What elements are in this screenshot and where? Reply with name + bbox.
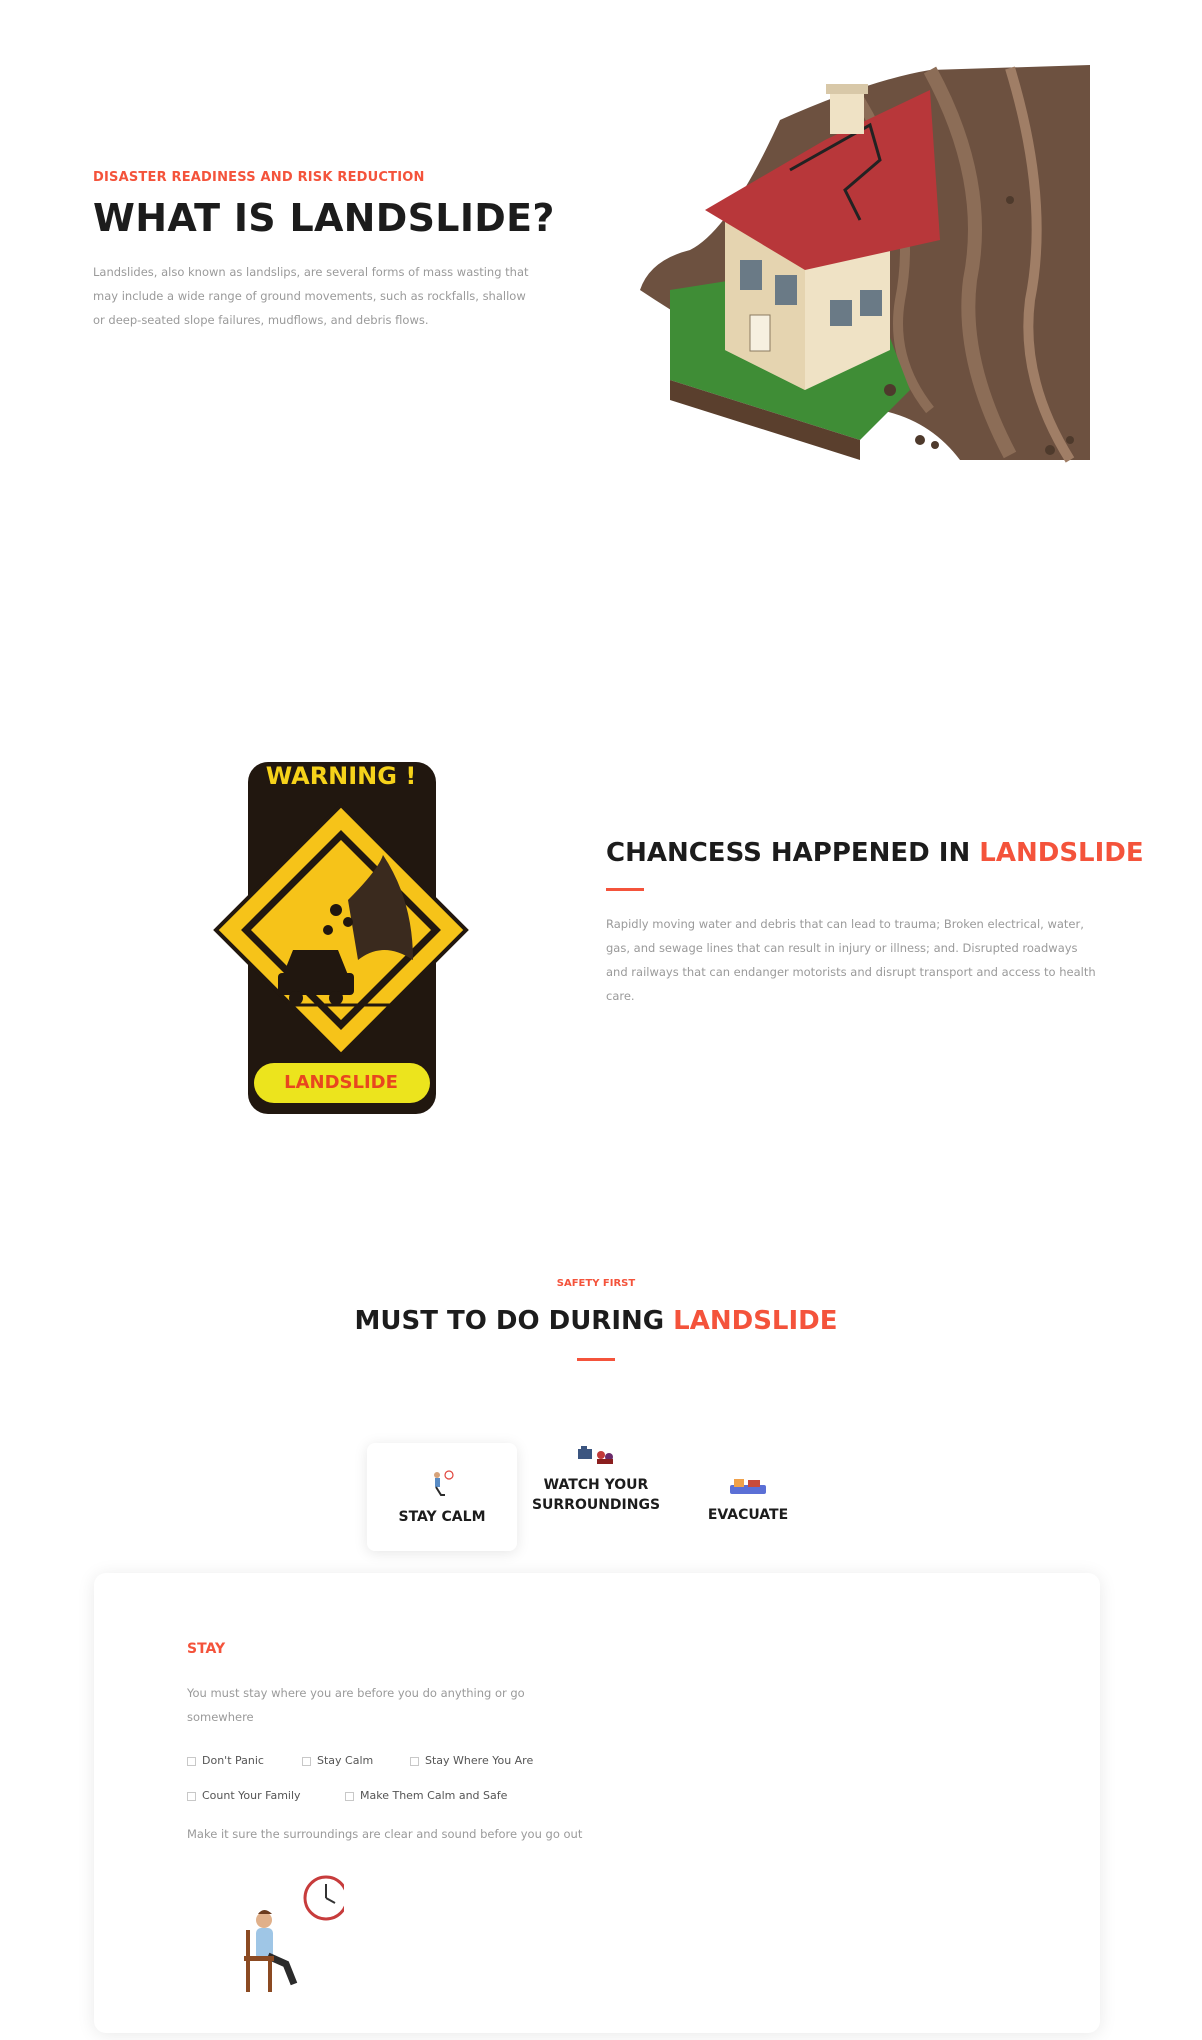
house-landslide-illustration xyxy=(640,65,1090,463)
chances-title: CHANCESS HAPPENED IN LANDSLIDE xyxy=(606,838,1144,868)
warning-sign-bottom-text: LANDSLIDE xyxy=(284,1072,398,1093)
tab-stay-calm-label: STAY CALM xyxy=(398,1509,486,1525)
hero-title: WHAT IS LANDSLIDE? xyxy=(93,196,555,240)
tab-watch-surroundings-line1: WATCH YOUR xyxy=(543,1477,649,1493)
must-do-title-plain: MUST TO DO DURING xyxy=(354,1306,674,1336)
hero-description: Landslides, also known as landslips, are… xyxy=(93,265,529,327)
tab-stay-calm[interactable]: STAY CALM xyxy=(367,1443,517,1551)
stay-calm-panel: STAY You must stay where you are before … xyxy=(94,1573,1100,2033)
checklist-label: Stay Where You Are xyxy=(425,1754,534,1767)
tab-evacuate[interactable]: EVACUATE xyxy=(675,1443,821,1551)
chances-title-accent: LANDSLIDE xyxy=(979,838,1144,868)
panel-intro: You must stay where you are before you d… xyxy=(187,1686,525,1724)
chances-rule xyxy=(606,888,644,891)
chances-description: Rapidly moving water and debris that can… xyxy=(606,917,1096,1003)
tab-watch-surroundings-line2: SURROUNDINGS xyxy=(531,1497,661,1513)
checklist-label: Don't Panic xyxy=(202,1754,264,1767)
checklist-item: Count Your Family xyxy=(187,1789,301,1802)
checklist-item: Stay Where You Are xyxy=(410,1754,533,1767)
tab-watch-surroundings[interactable]: WATCH YOUR SURROUNDINGS xyxy=(523,1443,669,1551)
must-do-title-accent: LANDSLIDE xyxy=(673,1306,838,1336)
must-do-rule xyxy=(577,1358,615,1361)
waiting-person-illustration xyxy=(244,1875,344,1992)
hero-eyebrow: DISASTER READINESS AND RISK REDUCTION xyxy=(93,170,425,185)
calm-person-icon xyxy=(434,1470,454,1496)
panel-heading: STAY xyxy=(187,1641,226,1657)
checkbox-icon xyxy=(187,1791,196,1801)
checkbox-icon xyxy=(345,1791,354,1801)
checklist-item: Make Them Calm and Safe xyxy=(345,1789,507,1802)
must-do-title: MUST TO DO DURING LANDSLIDE xyxy=(0,1306,1192,1336)
checklist-label: Make Them Calm and Safe xyxy=(360,1789,508,1802)
warning-sign-top-text: WARNING ! xyxy=(265,762,417,790)
chances-title-plain: CHANCESS HAPPENED IN xyxy=(606,838,980,868)
tab-evacuate-label: EVACUATE xyxy=(707,1507,789,1523)
landslide-warning-sign xyxy=(213,762,469,1114)
evacuate-icon xyxy=(730,1479,766,1494)
checklist-item: Stay Calm xyxy=(302,1754,373,1767)
checkbox-icon xyxy=(410,1756,419,1766)
checkbox-icon xyxy=(187,1756,196,1766)
checklist-label: Count Your Family xyxy=(202,1789,301,1802)
checklist-label: Stay Calm xyxy=(317,1754,374,1767)
checklist-item: Don't Panic xyxy=(187,1754,264,1767)
surroundings-icon xyxy=(578,1446,613,1464)
panel-footer-text: Make it sure the surroundings are clear … xyxy=(187,1827,583,1841)
checkbox-icon xyxy=(302,1756,311,1766)
must-do-eyebrow: SAFETY FIRST xyxy=(556,1278,636,1289)
